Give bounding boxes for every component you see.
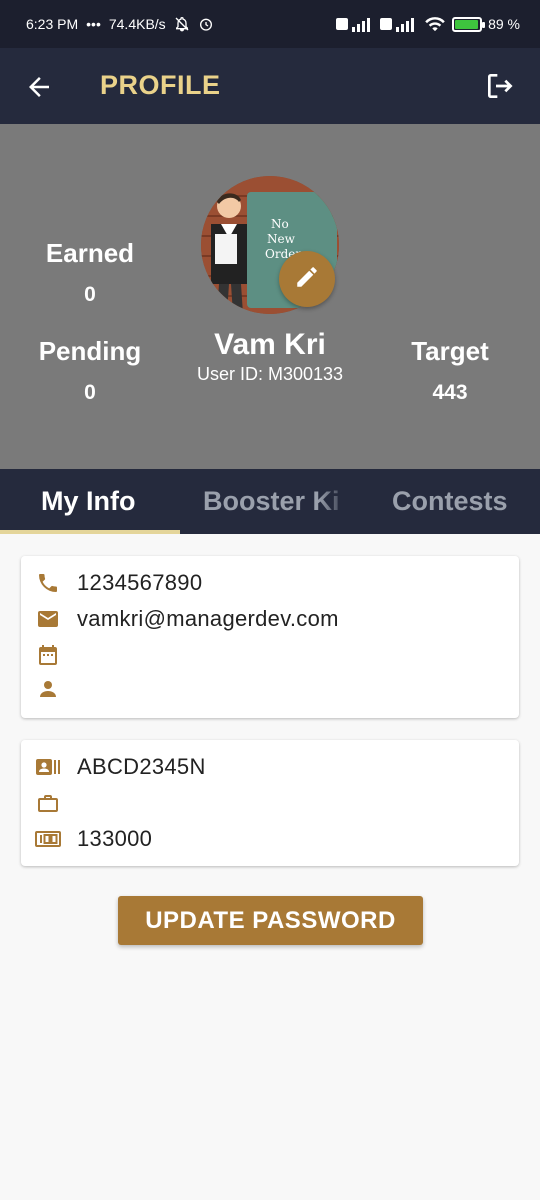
email-icon	[35, 606, 61, 632]
earned-value: 0	[84, 283, 96, 306]
status-net-speed: 74.4KB/s	[108, 16, 166, 32]
occupation-row	[35, 788, 77, 818]
briefcase-icon	[35, 790, 61, 816]
arrow-left-icon[interactable]	[24, 72, 54, 102]
user-name: Vam Kri	[214, 328, 326, 361]
hundred-icon	[35, 826, 61, 852]
avatar-container: No New Orders	[201, 176, 339, 314]
status-time: 6:23 PM	[26, 16, 79, 32]
person-icon	[35, 676, 61, 702]
dob-row	[35, 640, 77, 670]
tab-indicator	[0, 530, 180, 534]
phone-row: 1234567890	[35, 568, 202, 598]
gender-row	[35, 674, 77, 704]
update-password-button[interactable]: UPDATE PASSWORD	[118, 896, 423, 945]
earned-stat: Earned 0	[40, 238, 140, 307]
avatar-board-line-1: No	[271, 217, 289, 231]
email-value: vamkri@managerdev.com	[77, 606, 339, 631]
alarm-icon	[198, 16, 214, 32]
phone-icon	[35, 570, 61, 596]
page-title: PROFILE	[100, 70, 221, 100]
logout-icon[interactable]	[484, 70, 516, 102]
earned-label: Earned	[45, 238, 135, 268]
pencil-icon	[294, 264, 320, 295]
signal-icon-2	[380, 16, 418, 32]
salary-row: 133000	[35, 824, 152, 854]
id-number-row: ABCD2345N	[35, 752, 206, 782]
phone-value: 1234567890	[77, 570, 203, 595]
bell-off-icon	[174, 16, 190, 32]
work-info-card: ABCD2345N 133000	[21, 740, 519, 866]
status-bar: 6:23 PM ••• 74.4KB/s 89 %	[0, 0, 540, 48]
tab-contests[interactable]: Contests	[392, 469, 508, 534]
contact-info-card: 1234567890 vamkri@managerdev.com	[21, 556, 519, 718]
edit-avatar-button[interactable]	[279, 251, 335, 307]
app-bar: PROFILE	[0, 48, 540, 124]
status-battery: 89 %	[488, 16, 520, 32]
tab-bar: My Info Booster Kit Contests	[0, 469, 540, 534]
id-number-value: ABCD2345N	[77, 754, 206, 779]
wifi-icon	[424, 16, 446, 32]
profile-header: Earned 0 Pending 0 Target 443 No New Ord…	[0, 124, 540, 469]
user-id: User ID: M300133	[196, 364, 344, 384]
email-row: vamkri@managerdev.com	[35, 604, 339, 634]
avatar-board-line-2: New	[267, 232, 296, 246]
calendar-icon	[35, 642, 61, 668]
id-card-icon	[35, 754, 61, 780]
tab-fade	[318, 469, 358, 534]
salary-value: 133000	[77, 826, 153, 851]
tab-my-info[interactable]: My Info	[41, 469, 136, 534]
battery-icon	[452, 16, 486, 32]
status-dots: •••	[86, 16, 101, 32]
signal-icon	[336, 16, 374, 32]
